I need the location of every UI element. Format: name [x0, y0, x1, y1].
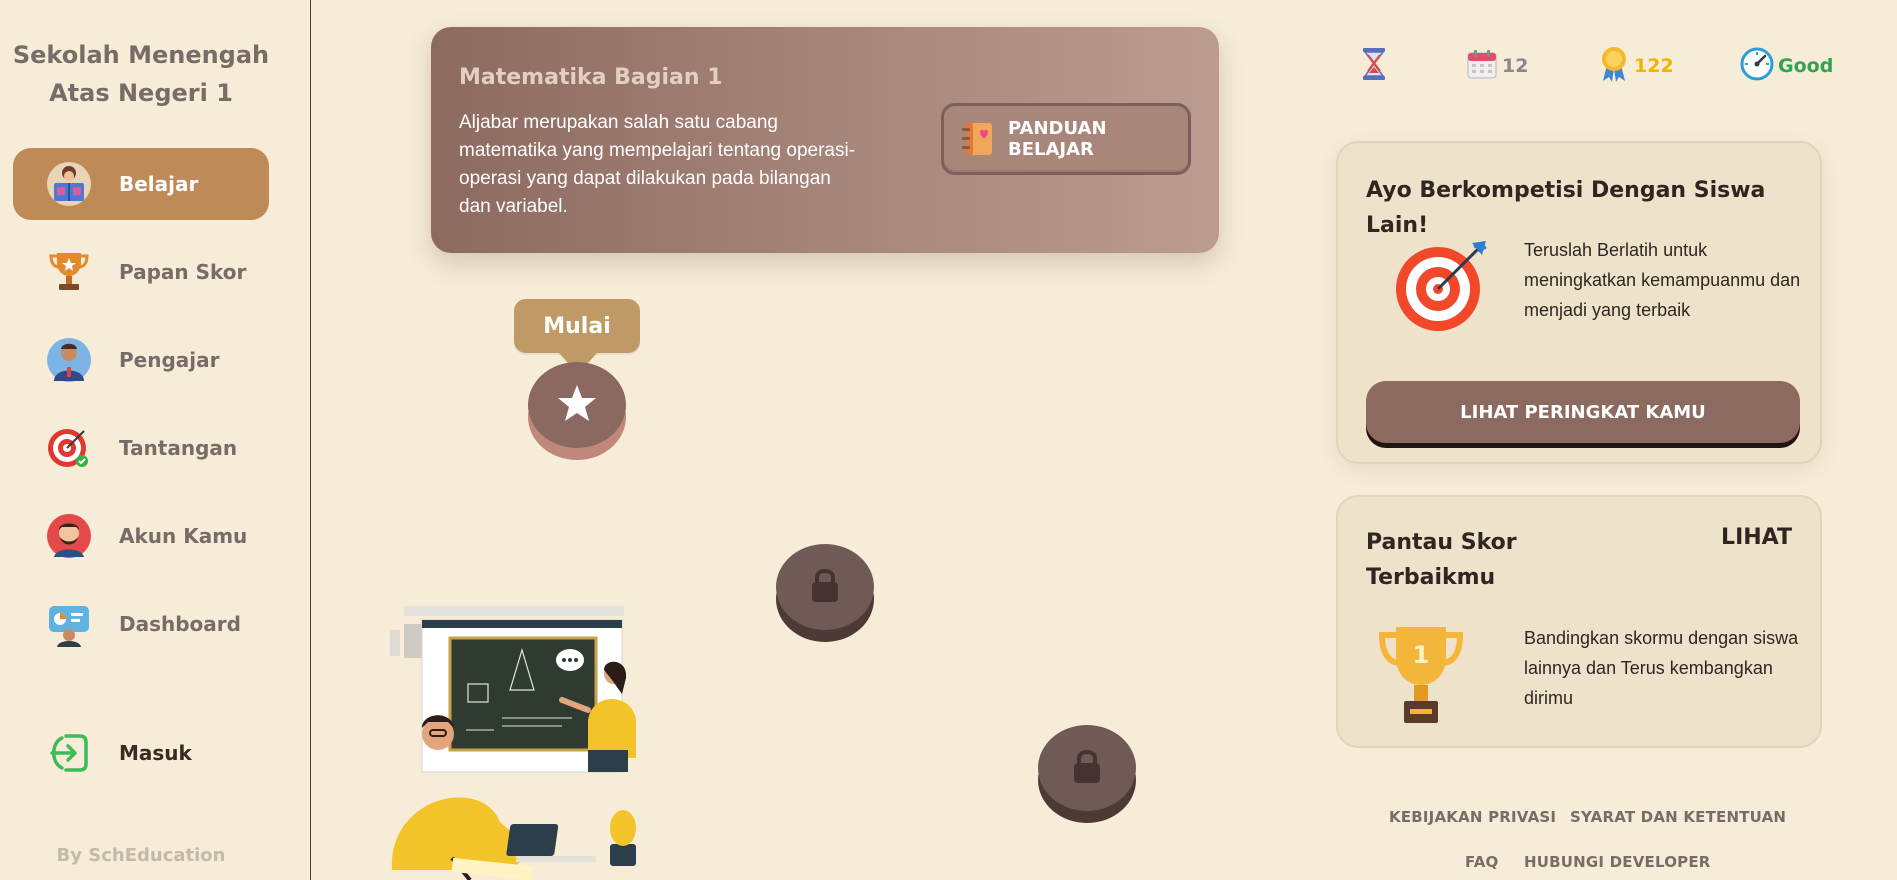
faq-link[interactable]: FAQ [1465, 853, 1499, 871]
teacher-icon [45, 336, 93, 384]
nav-item-tantangan[interactable]: Tantangan [13, 412, 269, 484]
study-guide-label: PANDUAN BELAJAR [1008, 118, 1107, 160]
nav-item-papan-skor[interactable]: Papan Skor [13, 236, 269, 308]
nav-item-belajar[interactable]: Belajar [13, 148, 269, 220]
nav-label: Tantangan [119, 436, 238, 460]
lesson-node-locked[interactable] [776, 544, 874, 642]
dashboard-icon [45, 600, 93, 648]
gold-trophy-icon: 1 [1376, 623, 1466, 731]
nav-item-akun-kamu[interactable]: Akun Kamu [13, 500, 269, 572]
trophy-rank-number: 1 [1413, 641, 1430, 669]
points-counter[interactable]: 122 [1598, 46, 1674, 86]
best-score-title: Pantau Skor Terbaikmu [1366, 530, 1517, 590]
nav-label: Akun Kamu [119, 524, 248, 548]
user-avatar-icon [45, 512, 93, 560]
lock-icon [1070, 747, 1104, 789]
terms-link[interactable]: SYARAT DAN KETENTUAN [1570, 808, 1786, 826]
nav-label: Dashboard [119, 612, 241, 636]
nav-label: Papan Skor [119, 260, 247, 284]
sidebar-footer: By SchEducation [56, 845, 226, 866]
compete-title: Ayo Berkompetisi Dengan Siswa Lain! [1366, 178, 1766, 238]
contact-developer-link[interactable]: HUBUNGI DEVELOPER [1524, 853, 1711, 871]
classroom-illustration [382, 600, 652, 880]
nav-item-pengajar[interactable]: Pengajar [13, 324, 269, 396]
lesson-description: Aljabar merupakan salah satu cabang mate… [459, 112, 856, 217]
performance-value: Good [1778, 55, 1834, 77]
target-icon [1394, 237, 1490, 337]
nav-item-dashboard[interactable]: Dashboard [13, 588, 269, 660]
days-value: 12 [1502, 55, 1529, 77]
login-arrow-icon [45, 729, 93, 777]
hourglass-icon [1360, 47, 1388, 85]
trophy-icon [45, 248, 93, 296]
privacy-policy-link[interactable]: KEBIJAKAN PRIVASI [1389, 808, 1556, 826]
lesson-node-start[interactable] [528, 362, 626, 460]
start-tooltip: Mulai [514, 299, 640, 353]
days-counter[interactable]: 12 [1466, 46, 1528, 86]
lock-icon [808, 566, 842, 608]
view-ranking-button[interactable]: LIHAT PERINGKAT KAMU [1366, 381, 1800, 443]
stats-bar: 12 122 Good [0, 46, 1897, 86]
lesson-node-locked[interactable] [1038, 725, 1136, 823]
sidebar: Sekolah Menengah Atas Negeri 1 Belajar P… [0, 0, 311, 880]
speedometer-icon [1740, 47, 1774, 85]
study-guide-button[interactable]: PANDUAN BELAJAR [941, 103, 1191, 175]
compete-text: Teruslah Berlatih untuk meningkatkan kem… [1524, 240, 1801, 320]
best-score-text: Bandingkan skormu dengan siswa lainnya d… [1524, 628, 1799, 708]
medal-icon [1598, 45, 1630, 87]
nav-label: Masuk [119, 741, 192, 765]
nav-label: Belajar [119, 172, 199, 196]
reading-student-icon [45, 160, 93, 208]
calendar-icon [1466, 48, 1498, 84]
star-icon [556, 383, 598, 427]
compete-card: Ayo Berkompetisi Dengan Siswa Lain! Teru… [1336, 141, 1822, 464]
points-value: 122 [1634, 55, 1674, 77]
nav-item-masuk[interactable]: Masuk [13, 717, 269, 789]
best-score-card: Pantau Skor Terbaikmu LIHAT 1 Bandingkan… [1336, 495, 1822, 748]
streak-hourglass[interactable] [1360, 46, 1388, 86]
target-icon [45, 424, 93, 472]
notebook-icon [958, 120, 996, 158]
performance-indicator[interactable]: Good [1740, 46, 1833, 86]
nav-label: Pengajar [119, 348, 220, 372]
view-score-link[interactable]: LIHAT [1721, 525, 1792, 550]
